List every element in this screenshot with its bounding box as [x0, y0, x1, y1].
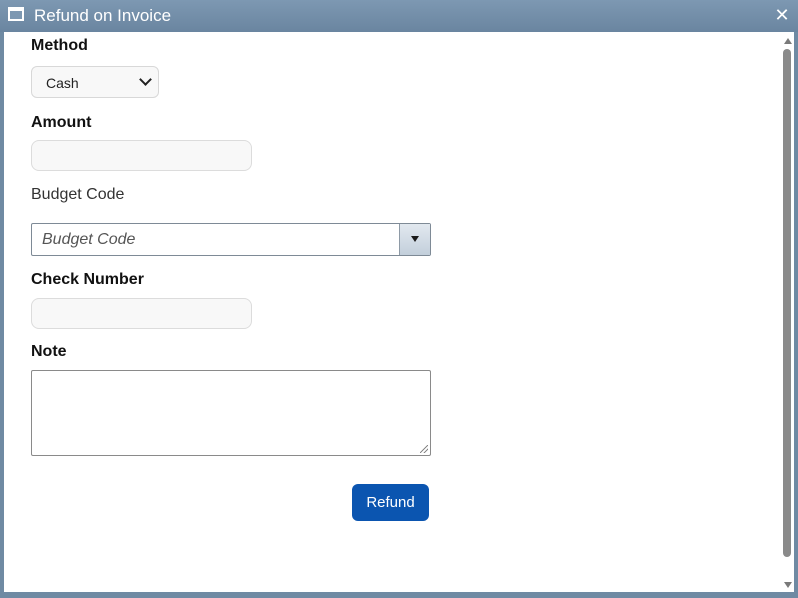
dialog-titlebar[interactable]: Refund on Invoice ✕ — [0, 0, 798, 32]
check-number-label: Check Number — [31, 271, 144, 288]
scroll-down-icon[interactable] — [784, 582, 792, 588]
triangle-down-icon — [411, 236, 419, 242]
vertical-scrollbar[interactable] — [780, 32, 794, 592]
resize-grip-icon[interactable] — [420, 445, 428, 453]
note-label: Note — [31, 343, 67, 360]
method-select-value: Cash — [46, 75, 79, 91]
scrollbar-thumb[interactable] — [783, 49, 791, 557]
close-icon[interactable]: ✕ — [774, 5, 790, 25]
refund-button[interactable]: Refund — [352, 484, 429, 521]
budget-code-combobox[interactable]: Budget Code — [31, 223, 431, 256]
dialog-title: Refund on Invoice — [34, 6, 172, 25]
method-label: Method — [31, 37, 88, 54]
note-textarea[interactable] — [31, 370, 431, 456]
check-number-input[interactable] — [31, 298, 252, 329]
method-select[interactable]: Cash — [31, 66, 159, 98]
budget-code-dropdown-button[interactable] — [399, 224, 430, 255]
refund-dialog: Refund on Invoice ✕ Method Cash Amount B… — [0, 0, 798, 598]
budget-code-placeholder: Budget Code — [42, 231, 136, 248]
dialog-content: Method Cash Amount Budget Code Budget Co… — [4, 32, 794, 592]
amount-input[interactable] — [31, 140, 252, 171]
chevron-down-icon — [139, 73, 152, 86]
window-icon — [8, 7, 24, 21]
scroll-up-icon[interactable] — [784, 38, 792, 44]
amount-label: Amount — [31, 114, 92, 131]
budget-code-label: Budget Code — [31, 186, 125, 203]
